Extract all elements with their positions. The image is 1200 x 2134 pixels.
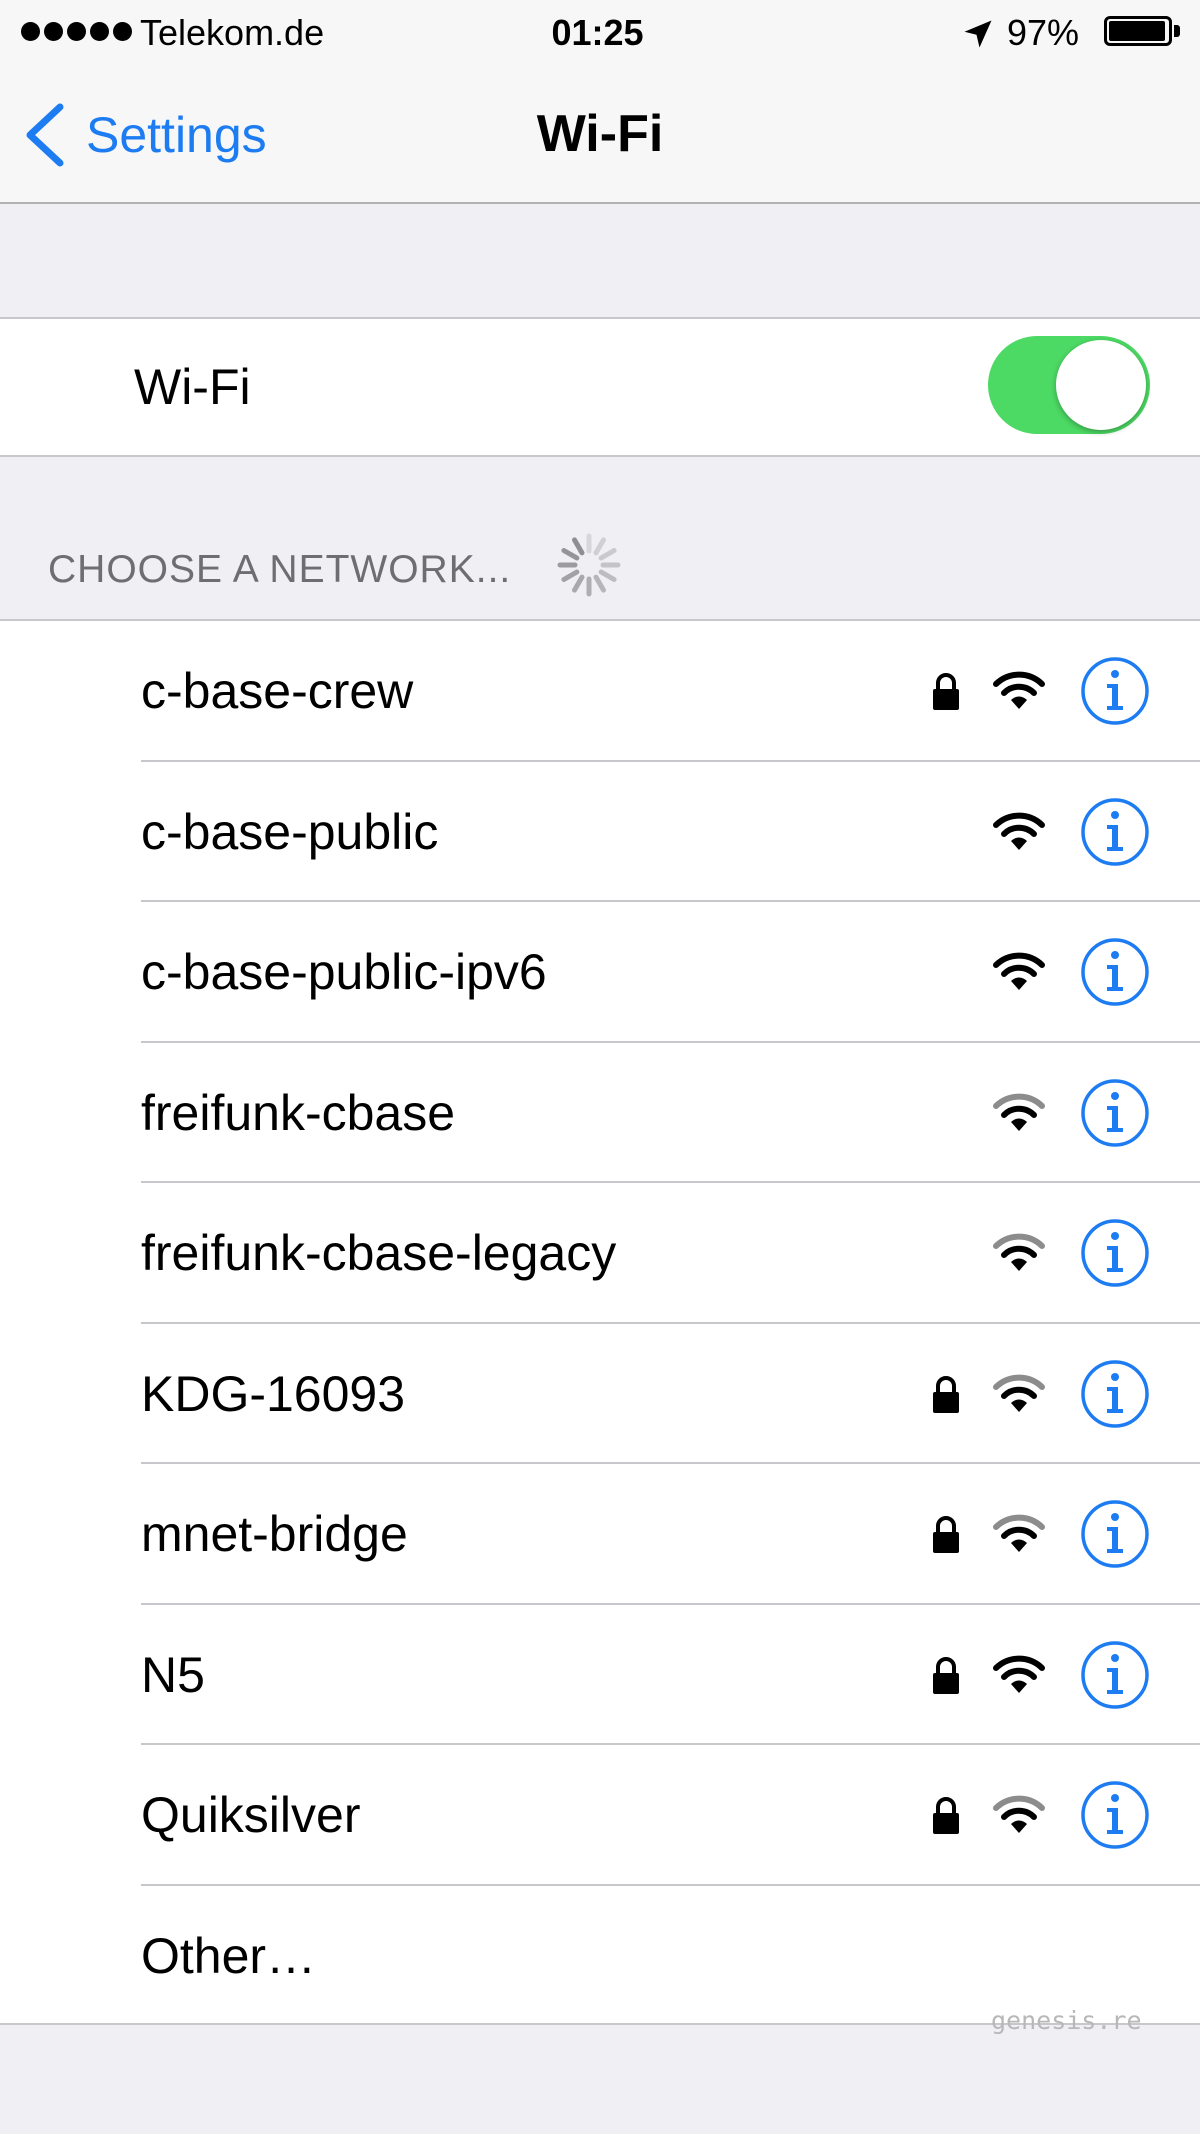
wifi-signal-icon [993,1655,1045,1693]
wifi-signal-icon [993,952,1045,990]
page-title: Wi-Fi [536,105,664,163]
network-name: freifunk-cbase-legacy [141,1225,617,1281]
wifi-signal-icon [993,1233,1045,1271]
other-network-label: Other… [141,1927,317,1984]
info-icon[interactable] [1080,656,1150,726]
other-network-row[interactable]: Other… [0,1886,1200,2027]
network-row[interactable]: mnet-bridge [0,1464,1200,1605]
lock-icon [933,1516,959,1553]
network-name: freifunk-cbase [141,1084,456,1141]
lock-icon [933,1375,959,1413]
wifi-toggle-switch[interactable] [988,336,1150,434]
network-name: KDG-16093 [141,1365,406,1422]
section-header: CHOOSE A NETWORK... [48,548,512,591]
battery-icon [1104,16,1172,46]
lock-icon [933,1797,959,1834]
network-name: mnet-bridge [141,1506,408,1562]
network-row[interactable]: N5 [0,1605,1200,1745]
wifi-signal-icon [993,1795,1045,1833]
network-name: Quiksilver [141,1787,361,1843]
wifi-signal-icon [993,1514,1045,1552]
loading-spinner-icon [557,533,621,597]
wifi-signal-icon [993,1093,1045,1131]
battery-tip [1174,25,1180,37]
network-row[interactable]: c-base-crew [0,621,1200,762]
network-name: N5 [141,1646,205,1703]
info-icon[interactable] [1080,1218,1150,1288]
location-arrow-icon [964,20,992,48]
info-icon[interactable] [1080,1780,1150,1850]
network-name: c-base-public [141,803,439,860]
network-row[interactable]: KDG-16093 [0,1324,1200,1464]
info-icon[interactable] [1080,1078,1150,1148]
info-icon[interactable] [1080,937,1150,1007]
network-row[interactable]: freifunk-cbase-legacy [0,1183,1200,1324]
watermark: genesis.re [991,2006,1142,2035]
wifi-signal-icon [993,671,1045,709]
toggle-knob [1056,340,1146,430]
info-icon[interactable] [1080,1359,1150,1429]
wifi-signal-icon [993,1374,1045,1412]
network-row[interactable]: freifunk-cbase [0,1043,1200,1183]
network-row[interactable]: c-base-public-ipv6 [0,902,1200,1043]
network-name: c-base-crew [141,663,414,719]
wifi-signal-icon [993,812,1045,850]
wifi-toggle-cell: Wi-Fi [0,317,1200,457]
lock-icon [933,1656,959,1694]
status-bar: Telekom.de 01:25 97% [0,0,1200,62]
navigation-bar: Settings Wi-Fi [0,62,1200,204]
info-icon[interactable] [1080,797,1150,867]
info-icon[interactable] [1080,1499,1150,1569]
lock-icon [933,673,959,710]
battery-percentage: 97% [1007,12,1080,53]
network-row[interactable]: Quiksilver [0,1745,1200,1886]
network-name: c-base-public-ipv6 [141,944,547,1000]
info-icon[interactable] [1080,1640,1150,1710]
network-row[interactable]: c-base-public [0,762,1200,902]
network-list: c-base-crew c-base-public c-base-public-… [0,619,1200,2025]
wifi-toggle-label: Wi-Fi [134,359,251,415]
